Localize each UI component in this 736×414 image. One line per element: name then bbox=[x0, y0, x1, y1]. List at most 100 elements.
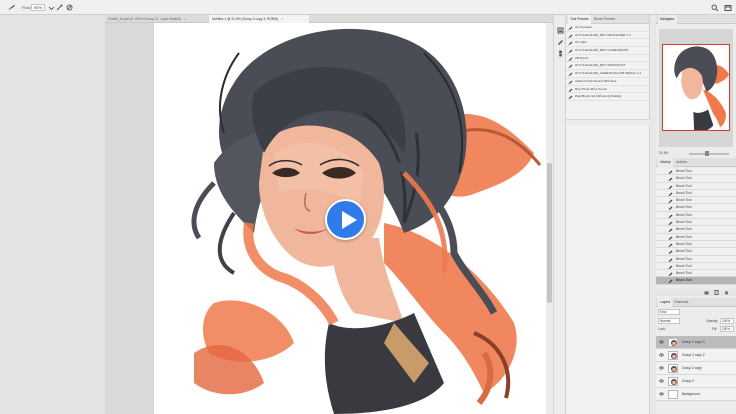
history-label: Brush Tool bbox=[676, 190, 692, 195]
tab-untitled[interactable]: Untitled-1 @ 31.5% (Group 2 copy 3, RGB/… bbox=[209, 15, 309, 23]
history-item[interactable]: Brush Tool bbox=[656, 255, 736, 263]
close-tab-icon[interactable]: × bbox=[281, 17, 283, 21]
preset-label: 01 oil pastel bbox=[575, 25, 592, 29]
fill-field[interactable]: 100% bbox=[720, 326, 734, 332]
navigator-view-box[interactable] bbox=[662, 44, 730, 131]
preset-item[interactable]: 01 KYLECALMO_DRY CLIME BRUSH bbox=[566, 47, 649, 55]
presets-footer bbox=[566, 119, 650, 125]
navigator-preview[interactable] bbox=[659, 29, 733, 147]
brush-history-icon bbox=[668, 243, 673, 247]
preset-label: PaintBrush Grid 68 plenty Multiply bbox=[575, 94, 622, 99]
history-label: Brush Tool bbox=[676, 278, 692, 283]
history-label: Brush Tool bbox=[676, 234, 692, 239]
history-item[interactable]: Brush Tool bbox=[656, 240, 736, 249]
history-label: Brush Tool bbox=[676, 176, 692, 181]
preset-item[interactable]: 01 KYLECALMO_GREENLITE FAB PENCIL 1.2 bbox=[566, 70, 649, 78]
history-item[interactable]: Brush Tool bbox=[656, 270, 736, 278]
brush-preset-icon bbox=[568, 26, 573, 30]
play-button[interactable] bbox=[325, 199, 366, 240]
tab-brush-presets[interactable]: Brush Presets bbox=[592, 15, 617, 24]
brush-history-icon bbox=[668, 250, 673, 255]
history-label: Brush Tool bbox=[676, 169, 692, 173]
history-footer bbox=[656, 289, 736, 296]
layer-row[interactable]: Group 2 copy 3 bbox=[656, 336, 736, 349]
layer-row[interactable]: Group 2 bbox=[656, 375, 736, 388]
tab-history[interactable]: History bbox=[658, 158, 673, 167]
workspace-icon[interactable] bbox=[724, 4, 732, 12]
history-item[interactable]: Brush Tool bbox=[656, 204, 736, 212]
history-item[interactable]: Brush Tool bbox=[656, 168, 736, 176]
opacity-field[interactable]: 100% bbox=[720, 318, 734, 324]
scrollbar-thumb[interactable] bbox=[547, 163, 552, 303]
preset-item[interactable]: 01 KYLECALMO_DRY WASH/SOFT bbox=[566, 62, 649, 71]
layer-name: Group 2 bbox=[682, 379, 694, 383]
visibility-eye-icon[interactable] bbox=[659, 392, 664, 396]
preset-item[interactable]: Rice Photo Brus Pencil bbox=[566, 86, 649, 94]
layer-row[interactable]: Group 2 copy 2 bbox=[656, 349, 736, 362]
history-label: Brush Tool bbox=[676, 205, 692, 210]
brush-preset-icon bbox=[568, 64, 573, 69]
history-item[interactable]: Brush Tool bbox=[656, 262, 736, 271]
options-bar: Flow: 90% bbox=[0, 0, 736, 15]
preset-label: Airbrush Soft Round 30% flow bbox=[575, 78, 617, 83]
history-label: Brush Tool bbox=[676, 263, 692, 268]
brush-preset-icon bbox=[568, 80, 573, 84]
history-item[interactable]: Brush Tool bbox=[656, 248, 736, 256]
zoom-slider[interactable] bbox=[689, 153, 729, 155]
left-panel-area bbox=[0, 15, 105, 414]
brush-panel-icon[interactable] bbox=[557, 38, 564, 45]
pressure-icon[interactable] bbox=[66, 4, 73, 11]
layer-row[interactable]: Group 2 copy bbox=[656, 362, 736, 375]
preset-item[interactable]: 01 oil pastel bbox=[566, 24, 649, 32]
navigator-thumbnail bbox=[674, 46, 729, 130]
blend-mode-select[interactable]: Normal bbox=[658, 318, 680, 324]
visibility-eye-icon[interactable] bbox=[659, 366, 664, 370]
history-item[interactable]: Brush Tool bbox=[656, 233, 736, 241]
snapshot-icon[interactable] bbox=[704, 290, 709, 295]
tab-channels[interactable]: Channels bbox=[672, 298, 690, 307]
preset-item[interactable]: Airbrush Soft Round 30% flow bbox=[566, 78, 649, 86]
flow-dropdown-icon[interactable] bbox=[48, 4, 55, 11]
zoom-value[interactable]: 31.5% bbox=[659, 151, 668, 155]
history-item[interactable]: Brush Tool bbox=[656, 197, 736, 205]
preset-item[interactable]: PaintBrush Grid 68 plenty Multiply bbox=[566, 93, 649, 101]
preset-item[interactable]: 01 KYLECALMO_DRY PENCILINER 1.2 bbox=[566, 32, 649, 40]
history-item[interactable]: Brush Tool bbox=[656, 175, 736, 183]
fill-label: Fill: bbox=[712, 327, 718, 331]
history-panel-icon[interactable] bbox=[557, 27, 564, 34]
vertical-scrollbar[interactable] bbox=[546, 23, 553, 414]
tab-navigator[interactable]: Navigator bbox=[658, 15, 677, 24]
visibility-eye-icon[interactable] bbox=[659, 379, 664, 383]
tab-layers[interactable]: Layers bbox=[658, 298, 673, 307]
tab-actions[interactable]: Actions bbox=[674, 158, 689, 167]
visibility-eye-icon[interactable] bbox=[659, 353, 664, 357]
history-item[interactable]: Brush Tool bbox=[656, 182, 736, 190]
brush-tool-icon[interactable] bbox=[7, 4, 16, 11]
layer-row[interactable]: Background bbox=[656, 388, 736, 401]
layer-thumbnail bbox=[668, 377, 678, 386]
search-icon[interactable] bbox=[711, 4, 719, 12]
preset-item[interactable]: 2B Pencil bbox=[566, 55, 649, 63]
history-label: Brush Tool bbox=[676, 271, 692, 276]
preset-label: 2B Pencil bbox=[575, 55, 589, 60]
close-tab-icon[interactable]: × bbox=[184, 17, 186, 21]
layer-kind-filter[interactable]: Kind bbox=[658, 309, 680, 315]
trash-icon[interactable] bbox=[724, 290, 729, 295]
flow-field[interactable]: 90% bbox=[31, 4, 45, 11]
airbrush-icon[interactable] bbox=[56, 4, 63, 11]
layer-name: Group 2 copy 2 bbox=[682, 353, 705, 357]
visibility-eye-icon[interactable] bbox=[659, 340, 664, 344]
history-item[interactable]: Brush Tool bbox=[656, 277, 736, 285]
clone-source-icon[interactable] bbox=[557, 50, 564, 57]
tab-sketch[interactable]: Sketch_M.psd @ 100% (Group 12, Layer Mas… bbox=[105, 15, 209, 23]
history-item[interactable]: Brush Tool bbox=[656, 189, 736, 198]
history-item[interactable]: Brush Tool bbox=[656, 219, 736, 227]
preset-item[interactable]: 01 Inkjet bbox=[566, 39, 649, 48]
zoom-slider-knob[interactable] bbox=[705, 151, 709, 156]
tab-tool-presets[interactable]: Tool Presets bbox=[568, 15, 591, 24]
layers-panel: Layers Channels Kind Normal Opacity: 100… bbox=[656, 298, 736, 414]
preset-label: 01 KYLECALMO_DRY WASH/SOFT bbox=[575, 63, 626, 68]
new-document-icon[interactable] bbox=[714, 290, 719, 295]
history-item[interactable]: Brush Tool bbox=[656, 211, 736, 220]
history-item[interactable]: Brush Tool bbox=[656, 226, 736, 234]
